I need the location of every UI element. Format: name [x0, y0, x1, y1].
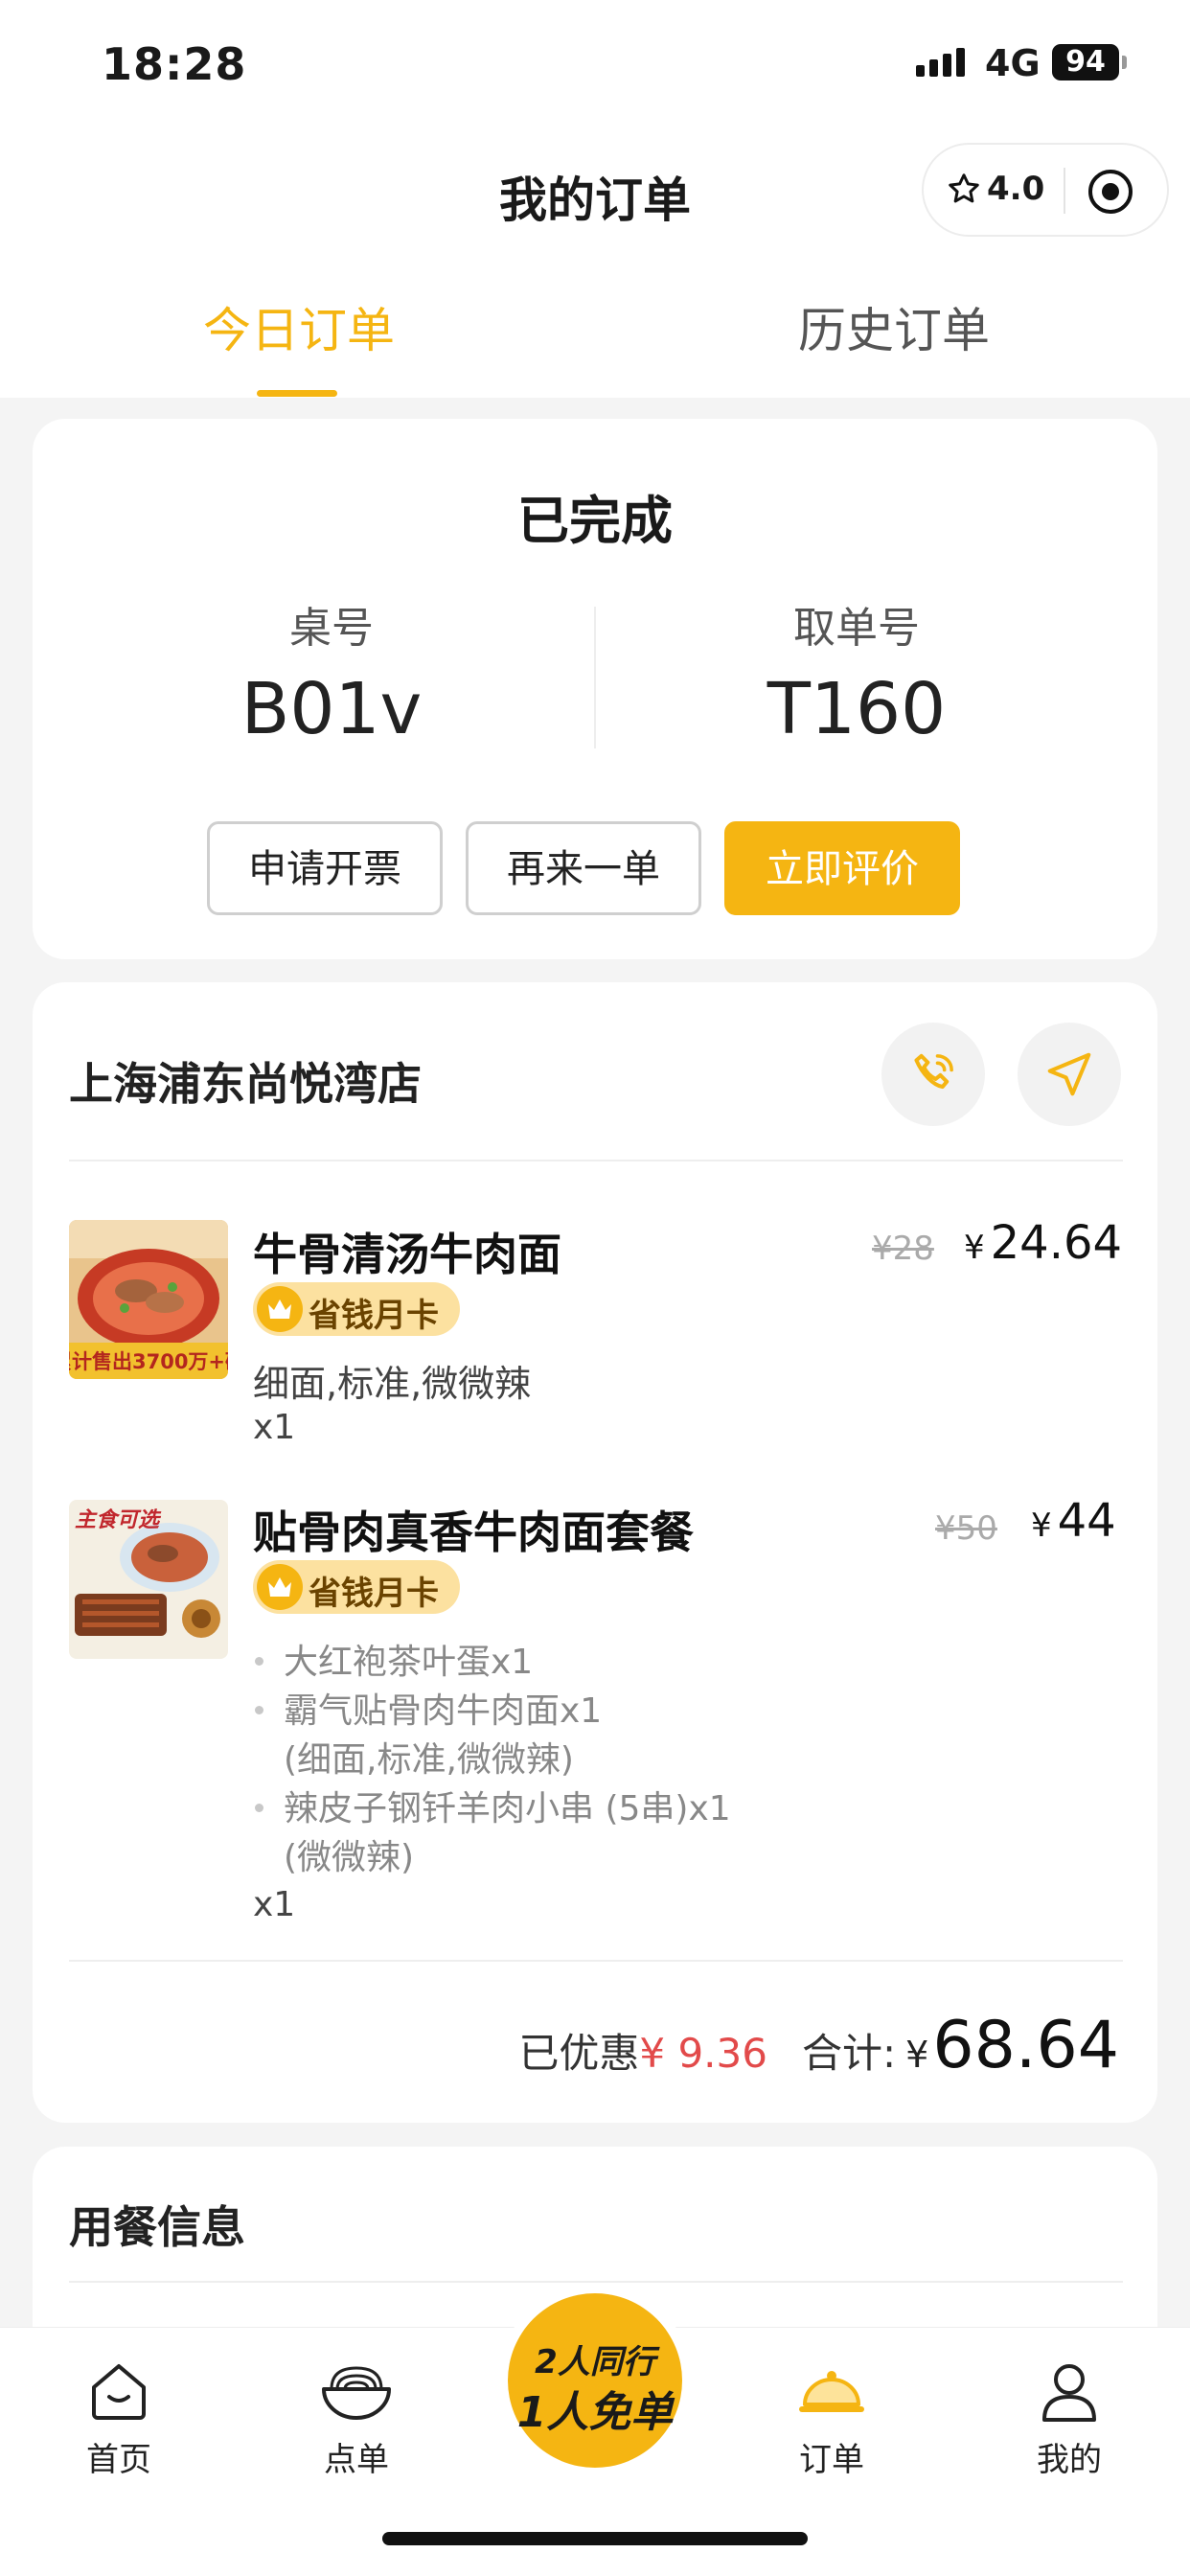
total-currency: ¥: [905, 2034, 929, 2076]
order-status-title: 已完成: [517, 491, 673, 551]
item-name: 牛骨清汤牛肉面: [253, 1229, 561, 1280]
divider: [69, 1960, 1123, 1962]
order-summary: 已优惠 ¥ 9.36 合计: ¥ 68.64: [518, 2008, 1119, 2083]
bullet: [255, 1657, 263, 1666]
tab-profile-label: 我的: [1037, 2441, 1102, 2479]
total-value: 68.64: [932, 2008, 1119, 2083]
noodle-bowl-icon: [322, 2366, 391, 2420]
info-divider: [594, 607, 596, 748]
rating-button[interactable]: 4.0: [947, 170, 1044, 208]
item-original-price: ¥50: [935, 1509, 997, 1548]
combo-sub-item-spec: (微微辣): [284, 1838, 415, 1877]
item-quantity: x1: [253, 1885, 296, 1924]
table-number-value: B01v: [240, 668, 423, 750]
network-label: 4G: [985, 42, 1041, 84]
order-status-card: 已完成 桌号 B01v 取单号 T160 申请开票 再来一单 立即评价: [33, 419, 1157, 959]
tab-home-label: 首页: [86, 2441, 151, 2479]
savings-card-badge: 省钱月卡: [253, 1282, 460, 1336]
tab-orders-label: 订单: [799, 2441, 864, 2479]
item-image-caption: 主食可选: [75, 1507, 162, 1532]
reorder-button[interactable]: 再来一单: [466, 821, 701, 915]
total-label: 合计:: [801, 2030, 897, 2077]
item-image[interactable]: 累计售出3700万+碗: [69, 1220, 228, 1379]
tab-menu-label: 点单: [324, 2441, 389, 2479]
item-image[interactable]: 主食可选: [69, 1500, 228, 1659]
tab-orders[interactable]: 订单: [755, 2357, 908, 2480]
promo-button[interactable]: 2人同行 1人免单: [508, 2293, 682, 2468]
crown-icon: [257, 1564, 303, 1610]
cloche-icon: [799, 2371, 864, 2412]
discount-value: ¥ 9.36: [639, 2030, 767, 2077]
combo-sub-item-spec: (细面,标准,微微辣): [284, 1740, 574, 1780]
discount-label: 已优惠: [518, 2030, 640, 2077]
tab-indicator: [257, 390, 337, 397]
item-price-value: 44: [1057, 1494, 1116, 1548]
combo-sub-item: 辣皮子钢钎羊肉小串 (5串)x1: [284, 1789, 731, 1828]
navigate-store-button[interactable]: [1018, 1023, 1121, 1126]
status-bar: 18:28 4G 94: [0, 0, 1190, 129]
home-indicator: [382, 2532, 808, 2545]
badge-label: 省钱月卡: [309, 1297, 439, 1335]
target-icon[interactable]: [1087, 168, 1134, 216]
crown-icon: [257, 1286, 303, 1332]
item-original-price: ¥28: [872, 1230, 934, 1268]
combo-sub-item: 霸气贴骨肉牛肉面x1: [284, 1691, 603, 1731]
bullet: [255, 1706, 263, 1714]
tab-profile[interactable]: 我的: [993, 2357, 1146, 2480]
pickup-number-value: T160: [767, 668, 947, 750]
bullet: [255, 1804, 263, 1812]
badge-label: 省钱月卡: [309, 1575, 439, 1613]
order-detail-card: 上海浦东尚悦湾店 累计售出3700万+碗 牛骨清汤牛肉面 ¥28 ¥24.64: [33, 982, 1157, 2123]
tab-menu[interactable]: 点单: [280, 2357, 433, 2480]
invoice-button[interactable]: 申请开票: [207, 821, 443, 915]
savings-card-badge: 省钱月卡: [253, 1560, 460, 1614]
promo-line-1: 2人同行: [535, 2343, 655, 2381]
pickup-number-label: 取单号: [793, 604, 920, 653]
currency-symbol: ¥: [964, 1229, 985, 1267]
meal-info-title: 用餐信息: [69, 2201, 245, 2253]
review-button[interactable]: 立即评价: [724, 821, 960, 915]
tab-history-orders[interactable]: 历史订单: [798, 292, 990, 361]
store-name: 上海浦东尚悦湾店: [69, 1058, 422, 1110]
table-number-label: 桌号: [289, 604, 374, 653]
status-time: 18:28: [102, 38, 247, 90]
call-store-button[interactable]: [881, 1023, 985, 1126]
header: 我的订单 4.0 今日订单 历史订单: [0, 129, 1190, 398]
item-quantity: x1: [253, 1408, 296, 1447]
tab-today-orders[interactable]: 今日订单: [203, 292, 395, 361]
user-icon: [1042, 2364, 1096, 2422]
star-icon: [949, 173, 979, 203]
combo-sub-item: 大红袍茶叶蛋x1: [284, 1643, 534, 1682]
item-name: 贴骨肉真香牛肉面套餐: [253, 1506, 694, 1558]
home-icon: [92, 2364, 146, 2420]
promo-line-2: 1人免单: [516, 2388, 674, 2437]
battery-icon: 94: [1052, 44, 1127, 80]
item-price: ¥24.64: [964, 1216, 1122, 1270]
currency-symbol: ¥: [1031, 1506, 1052, 1545]
divider: [69, 1160, 1123, 1162]
item-price-value: 24.64: [990, 1216, 1123, 1270]
capsule-divider: [1064, 168, 1065, 214]
item-spec: 细面,标准,微微辣: [253, 1363, 532, 1405]
mini-program-capsule: 4.0: [922, 143, 1169, 237]
item-price: ¥44: [1031, 1494, 1116, 1548]
tab-home[interactable]: 首页: [42, 2357, 195, 2480]
navigation-icon: [1047, 1052, 1091, 1096]
phone-icon: [914, 1053, 953, 1090]
divider: [69, 2281, 1123, 2283]
rating-value: 4.0: [987, 170, 1045, 208]
item-image-caption: 累计售出3700万+碗: [69, 1350, 228, 1373]
signal-icon: [916, 48, 965, 77]
